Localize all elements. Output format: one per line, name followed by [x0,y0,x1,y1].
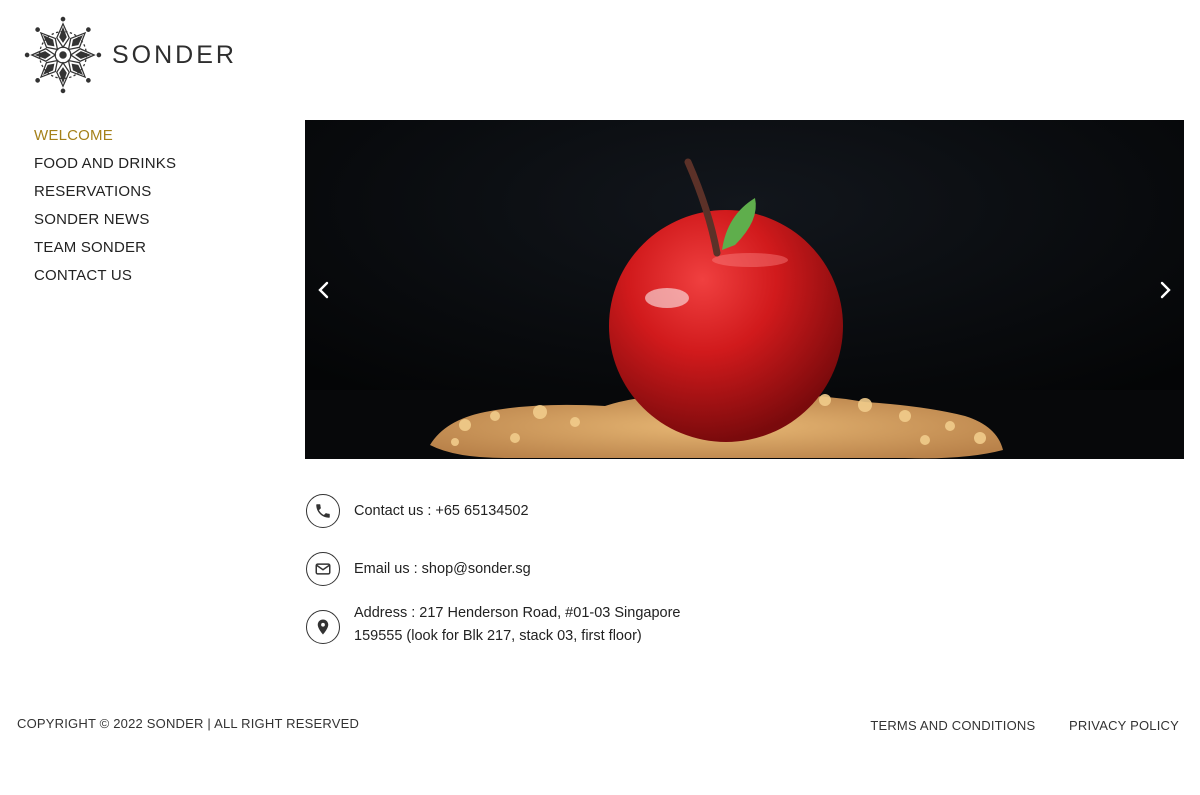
address-line-2: 159555 (look for Blk 217, stack 03, firs… [354,628,642,644]
slider-next-button[interactable] [1151,276,1179,304]
contact-address: Address : 217 Henderson Road, #01-03 Sin… [306,605,680,648]
slider-prev-button[interactable] [310,276,338,304]
mandala-logo-icon [24,16,102,94]
contact-phone-text: Contact us : +65 65134502 [354,503,529,519]
contact-address-text: Address : 217 Henderson Road, #01-03 Sin… [354,602,680,648]
footer-links: TERMS AND CONDITIONS PRIVACY POLICY [840,718,1179,733]
nav-item-reservations[interactable]: RESERVATIONS [34,178,176,206]
contact-email: Email us : shop@sonder.sg [306,552,680,586]
map-pin-icon [317,619,329,635]
mail-icon-circle [306,552,340,586]
brand-logo[interactable]: SONDER [24,16,237,94]
phone-icon-circle [306,494,340,528]
contact-phone: Contact us : +65 65134502 [306,494,680,528]
brand-name: SONDER [112,40,237,69]
hero-slider [305,120,1184,459]
nav-item-food-and-drinks[interactable]: FOOD AND DRINKS [34,150,176,178]
main-nav: WELCOME FOOD AND DRINKS RESERVATIONS SON… [34,122,176,290]
nav-item-team-sonder[interactable]: TEAM SONDER [34,234,176,262]
nav-item-welcome[interactable]: WELCOME [34,122,176,150]
contact-info: Contact us : +65 65134502 Email us : sho… [306,494,680,672]
nav-item-contact-us[interactable]: CONTACT US [34,262,176,290]
chevron-right-icon [1160,281,1171,299]
chevron-left-icon [318,281,329,299]
address-line-1: Address : 217 Henderson Road, #01-03 Sin… [354,605,681,621]
privacy-policy-link[interactable]: PRIVACY POLICY [1069,718,1179,733]
phone-icon [316,504,330,518]
hero-image-apple-dessert [305,120,1184,459]
footer-copyright: COPYRIGHT © 2022 SONDER | ALL RIGHT RESE… [17,716,360,731]
mail-icon [315,563,331,575]
contact-email-text: Email us : shop@sonder.sg [354,561,531,577]
map-pin-icon-circle [306,610,340,644]
nav-item-sonder-news[interactable]: SONDER NEWS [34,206,176,234]
terms-and-conditions-link[interactable]: TERMS AND CONDITIONS [870,718,1035,733]
